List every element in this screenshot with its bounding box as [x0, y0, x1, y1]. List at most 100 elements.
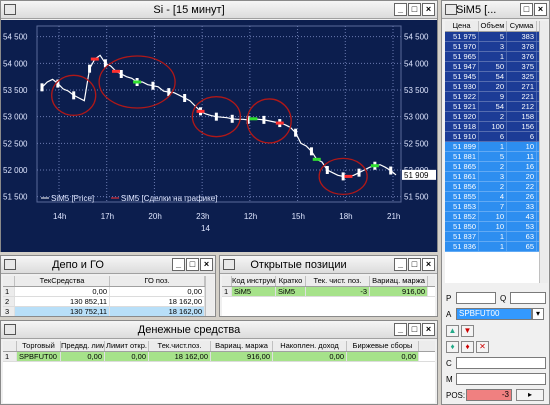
table-row[interactable]: 1 0,00 0,00	[3, 287, 205, 297]
quote-row[interactable]: 51 855 4 26	[445, 192, 539, 202]
column-header[interactable]: ГО поз.	[110, 276, 205, 286]
quote-row[interactable]: 51 853 7 33	[445, 202, 539, 212]
account-select[interactable]: SPBFUT00	[456, 308, 532, 320]
m-input[interactable]	[456, 373, 546, 385]
column-header[interactable]: Торговый	[17, 341, 61, 351]
table-row[interactable]: 1 SiM5 SiM5 -3 916,00	[222, 287, 435, 297]
y-tick-label-right: 54 000	[404, 59, 429, 68]
quote-cell: 3	[479, 172, 507, 181]
quote-row[interactable]: 51 881 5 11	[445, 152, 539, 162]
quote-row[interactable]: 51 865 2 16	[445, 162, 539, 172]
column-header[interactable]: Накоплен. доход	[273, 341, 347, 351]
y-tick-label-right: 54 500	[404, 33, 429, 42]
quote-row[interactable]: 51 910 6 6	[445, 132, 539, 142]
table-cell: 130 752,11	[15, 307, 110, 316]
minimize-button[interactable]: _	[394, 3, 407, 16]
quotes-column-header[interactable]: Цена	[445, 21, 479, 31]
depo-table[interactable]: ТекСредства ГО поз. 1 0,00 0,00 2 130 852,11 18…	[3, 276, 205, 316]
quantity-input[interactable]	[510, 292, 546, 304]
x-tick-label: 14h	[53, 212, 66, 221]
quotes-table[interactable]: Цена Объем Сумма 51 975 5 383 51 970 3 378 51 965…	[445, 21, 539, 283]
pos-value: -3	[466, 389, 512, 401]
quote-cell: 376	[507, 52, 537, 61]
quotes-maximize-button[interactable]: □	[520, 3, 533, 16]
quote-row[interactable]: 51 970 3 378	[445, 42, 539, 52]
positions-maximize-button[interactable]: □	[408, 258, 421, 271]
account-dropdown-button[interactable]: ▾	[532, 308, 544, 320]
buy-limit-icon[interactable]: ♦	[446, 341, 459, 353]
quotes-column-header[interactable]: Сумма	[507, 21, 537, 31]
quote-row[interactable]: 51 921 54 212	[445, 102, 539, 112]
quote-row[interactable]: 51 837 1 63	[445, 232, 539, 242]
quote-row[interactable]: 51 965 1 376	[445, 52, 539, 62]
cancel-orders-icon[interactable]: ✕	[476, 341, 489, 353]
y-tick-label-right: 53 000	[404, 113, 429, 122]
quote-row[interactable]: 51 945 54 325	[445, 72, 539, 82]
column-header[interactable]: Код инструм.	[232, 276, 276, 286]
quote-row[interactable]: 51 836 1 65	[445, 242, 539, 252]
quote-cell: 43	[507, 212, 537, 221]
quote-row[interactable]: 51 850 10 53	[445, 222, 539, 232]
quote-row[interactable]: 51 920 2 158	[445, 112, 539, 122]
sell-market-icon[interactable]: ▼	[461, 325, 474, 337]
depo-window: Депо и ГО _ □ × ТекСредства ГО поз. 1 0,00 0…	[0, 255, 216, 317]
column-header[interactable]	[3, 276, 15, 286]
x-tick-label: 21h	[387, 212, 400, 221]
deal-marker	[90, 57, 99, 61]
positions-close-button[interactable]: ×	[422, 258, 435, 271]
price-input[interactable]	[456, 292, 496, 304]
column-header[interactable]: Тек.чист.поз.	[149, 341, 211, 351]
quotes-scrollbar[interactable]	[539, 21, 548, 283]
quotes-column-header[interactable]: Объем	[479, 21, 507, 31]
c-select[interactable]	[456, 357, 546, 369]
quote-row[interactable]: 51 856 2 22	[445, 182, 539, 192]
price-bar	[389, 166, 393, 175]
column-header[interactable]: Предвд. лими	[61, 341, 105, 351]
quote-row[interactable]: 51 975 5 383	[445, 32, 539, 42]
quote-cell: 1	[479, 142, 507, 151]
quote-row[interactable]: 51 899 1 10	[445, 142, 539, 152]
table-cell: 18 162,00	[110, 297, 205, 306]
depo-minimize-button[interactable]: _	[172, 258, 185, 271]
quote-row[interactable]: 51 918 100 156	[445, 122, 539, 132]
money-minimize-button[interactable]: _	[394, 323, 407, 336]
depo-scrollbar[interactable]	[205, 276, 214, 316]
quote-row[interactable]: 51 930 20 271	[445, 82, 539, 92]
money-table[interactable]: Торговый Предвд. лими Лимит откр. Тек.чист.…	[3, 341, 435, 403]
column-header[interactable]: Вариац. маржа	[370, 276, 428, 286]
column-header[interactable]: Тек. чист. поз.	[306, 276, 370, 286]
quotes-window: SiM5 [... □ × Цена Объем Сумма 51 975 5 383 51…	[441, 0, 550, 405]
quote-row[interactable]: 51 861 3 20	[445, 172, 539, 182]
depo-close-button[interactable]: ×	[200, 258, 213, 271]
pos-close-button[interactable]: ▸	[516, 389, 544, 401]
buy-market-icon[interactable]: ▲	[446, 325, 459, 337]
column-header[interactable]	[3, 341, 17, 351]
table-row[interactable]: 3 130 752,11 18 162,00	[3, 307, 205, 316]
maximize-button[interactable]: □	[408, 3, 421, 16]
quote-cell: 51 920	[445, 112, 479, 121]
column-header[interactable]: Кратко	[276, 276, 306, 286]
quotes-close-button[interactable]: ×	[534, 3, 547, 16]
money-close-button[interactable]: ×	[422, 323, 435, 336]
column-header[interactable]: Лимит откр.	[105, 341, 149, 351]
table-row[interactable]: 2 130 852,11 18 162,00	[3, 297, 205, 307]
column-header[interactable]: Биржевые сборы	[347, 341, 419, 351]
quote-cell: 271	[507, 82, 537, 91]
column-header[interactable]	[222, 276, 232, 286]
column-header[interactable]: Вариац. маржа	[211, 341, 273, 351]
money-maximize-button[interactable]: □	[408, 323, 421, 336]
quote-row[interactable]: 51 852 10 43	[445, 212, 539, 222]
positions-table[interactable]: Код инструм. Кратко Тек. чист. поз. Вариац.…	[222, 276, 435, 316]
quote-cell: 51 922	[445, 92, 479, 101]
column-header[interactable]: ТекСредства	[15, 276, 110, 286]
sell-limit-icon[interactable]: ♦	[461, 341, 474, 353]
table-row[interactable]: 1 SPBFUT00 0,00 0,00 18 162,00 916,00 0,00 0,00	[3, 352, 435, 362]
depo-maximize-button[interactable]: □	[186, 258, 199, 271]
price-chart[interactable]: 54 500 54 500 54 000 54 000 53 500 53 500 53 0…	[1, 20, 437, 252]
price-bar	[40, 83, 44, 92]
quote-row[interactable]: 51 922 9 221	[445, 92, 539, 102]
quote-row[interactable]: 51 947 50 375	[445, 62, 539, 72]
close-button[interactable]: ×	[422, 3, 435, 16]
x-tick-label: 23h	[196, 212, 209, 221]
positions-minimize-button[interactable]: _	[394, 258, 407, 271]
